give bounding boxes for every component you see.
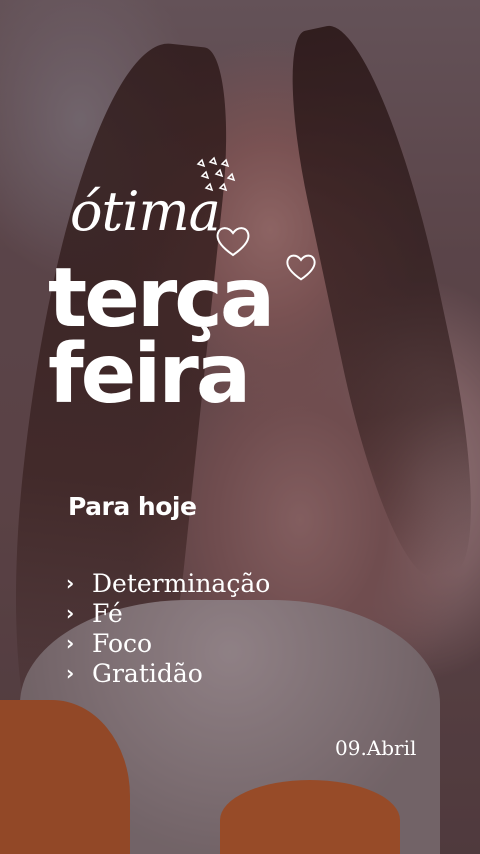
script-word: ótima <box>70 180 221 243</box>
heart-icon <box>286 254 316 281</box>
title-line-2: feira <box>48 327 251 422</box>
list-item-label: Determinação <box>92 568 271 598</box>
list-item: › Determinação <box>66 568 270 598</box>
subtitle: Para hoje <box>68 492 197 521</box>
chevron-right-icon: › <box>66 661 75 685</box>
photo-tint-overlay <box>0 0 480 854</box>
story-canvas: ótima terça feira Para hoje › Determinaç… <box>0 0 480 854</box>
chevron-right-icon: › <box>66 631 75 655</box>
goal-list: › Determinação › Fé › Foco › Gratidão <box>66 568 270 688</box>
list-item-label: Fé <box>92 598 123 628</box>
chevron-right-icon: › <box>66 571 75 595</box>
list-item: › Foco <box>66 628 270 658</box>
chevron-right-icon: › <box>66 601 75 625</box>
list-item: › Gratidão <box>66 658 270 688</box>
list-item-label: Foco <box>92 628 153 658</box>
date-label: 09.Abril <box>335 736 417 760</box>
list-item-label: Gratidão <box>92 658 203 688</box>
list-item: › Fé <box>66 598 270 628</box>
